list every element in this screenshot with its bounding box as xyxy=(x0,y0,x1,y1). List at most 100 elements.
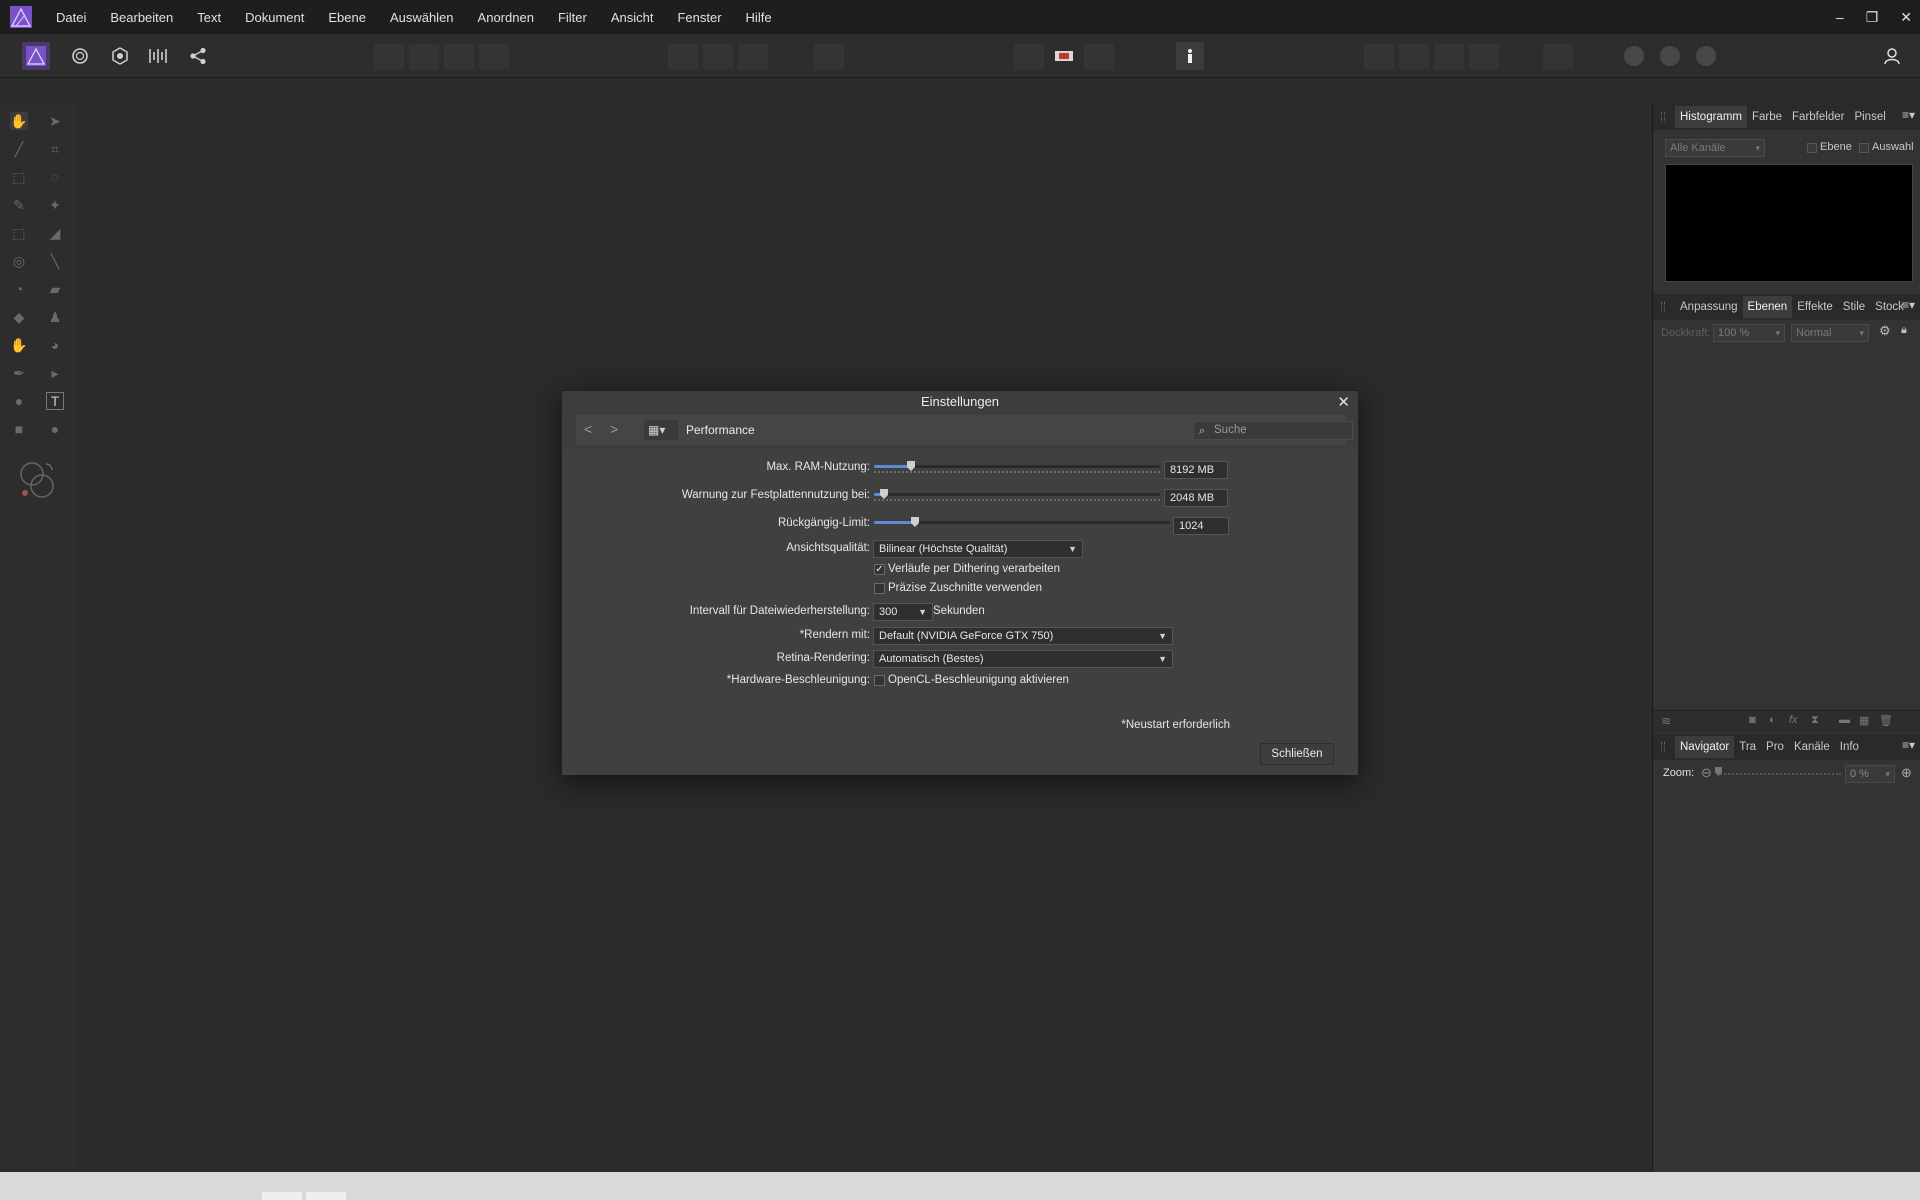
menu-fenster[interactable]: Fenster xyxy=(677,10,735,25)
panel-menu-icon[interactable]: ≡▾ xyxy=(1902,298,1915,312)
shape-tool-icon[interactable]: ● xyxy=(10,392,28,410)
precise-clipping-checkbox[interactable] xyxy=(874,583,885,594)
undo-limit-slider[interactable] xyxy=(874,517,1170,531)
layers-stack-icon[interactable]: ≋ xyxy=(1661,714,1671,728)
mask-layer-icon[interactable]: ◙ xyxy=(1749,714,1756,726)
minimize-icon[interactable]: – xyxy=(1836,9,1844,25)
pixel-tool-icon[interactable]: ╲ xyxy=(46,252,64,270)
freehand-selection-tool-icon[interactable]: ⬚ xyxy=(10,224,28,242)
auto-contrast-icon[interactable] xyxy=(409,44,439,70)
tab-histogramm[interactable]: Histogramm xyxy=(1675,106,1747,128)
restore-icon[interactable]: ❐ xyxy=(1866,9,1879,26)
auto-colors-icon[interactable] xyxy=(444,44,474,70)
rectangle-marquee-tool-icon[interactable]: ⬚ xyxy=(10,168,28,186)
menu-ebene[interactable]: Ebene xyxy=(328,10,380,25)
zoom-value-field[interactable]: 0 % xyxy=(1845,765,1895,783)
tab-kanaele[interactable]: Kanäle xyxy=(1789,736,1835,758)
user-account-icon[interactable] xyxy=(1878,42,1906,70)
panel-grip-icon[interactable] xyxy=(1661,742,1665,752)
layer-lock-icon[interactable]: 🔒︎ xyxy=(1901,324,1907,337)
recovery-interval-field[interactable]: 300 ▼ xyxy=(873,603,933,621)
inpainting-tool-icon[interactable]: ◕ xyxy=(46,336,64,354)
ram-value-field[interactable]: 8192 MB xyxy=(1164,461,1228,479)
dodge-tool-icon[interactable]: ◔ xyxy=(10,280,28,298)
erase-brush-tool-icon[interactable]: ▰ xyxy=(46,280,64,298)
histogram-layer-checkbox[interactable] xyxy=(1807,143,1817,153)
gradient-tool-icon[interactable]: ■ xyxy=(10,420,28,438)
slider-thumb[interactable] xyxy=(911,517,919,527)
tab-protokoll[interactable]: Pro xyxy=(1761,736,1789,758)
align-icon[interactable] xyxy=(1543,44,1573,70)
selection-mode-subtract-icon[interactable] xyxy=(738,44,768,70)
undo-limit-value-field[interactable]: 1024 xyxy=(1173,517,1229,535)
assistant-flag-icon[interactable] xyxy=(1050,42,1078,70)
selection-mode-new-icon[interactable] xyxy=(668,44,698,70)
panel-grip-icon[interactable] xyxy=(1661,302,1665,312)
arrange-front-icon[interactable] xyxy=(1469,44,1499,70)
liquify-persona-icon[interactable] xyxy=(66,42,94,70)
tab-navigator[interactable]: Navigator xyxy=(1675,736,1735,758)
opacity-field[interactable]: 100 % xyxy=(1713,324,1785,342)
boolean-subtract-icon[interactable] xyxy=(1660,46,1680,66)
dialog-close-icon[interactable]: ✕ xyxy=(1337,393,1350,411)
delete-layer-icon[interactable]: 🗑︎ xyxy=(1879,714,1893,727)
arrange-forward-icon[interactable] xyxy=(1434,44,1464,70)
disk-warning-value-field[interactable]: 2048 MB xyxy=(1164,489,1228,507)
render-with-select[interactable]: Default (NVIDIA GeForce GTX 750) ▼ xyxy=(873,627,1173,645)
view-quality-select[interactable]: Bilinear (Höchste Qualität) ▼ xyxy=(873,540,1083,558)
arrange-backward-icon[interactable] xyxy=(1399,44,1429,70)
blur-tool-icon[interactable]: ◆ xyxy=(10,308,28,326)
adjustment-layer-icon[interactable]: ◐ xyxy=(1769,714,1776,726)
tab-effekte[interactable]: Effekte xyxy=(1792,296,1838,318)
node-tool-icon[interactable]: ▸ xyxy=(46,364,64,382)
tab-farbfelder[interactable]: Farbfelder xyxy=(1787,106,1849,128)
menu-dokument[interactable]: Dokument xyxy=(245,10,318,25)
context-toolbar-info-icon[interactable] xyxy=(1176,42,1204,70)
ram-slider[interactable] xyxy=(874,461,1160,475)
blend-mode-select[interactable]: Normal xyxy=(1791,324,1869,342)
quick-mask-icon[interactable] xyxy=(814,44,844,70)
opencl-checkbox[interactable] xyxy=(874,675,885,686)
paint-brush-tool-icon[interactable]: ◎ xyxy=(10,252,28,270)
live-filter-icon[interactable]: ⧗ xyxy=(1811,714,1819,727)
crop-tool-icon[interactable]: ⌗ xyxy=(46,140,64,158)
menu-anordnen[interactable]: Anordnen xyxy=(478,10,548,25)
layer-settings-gear-icon[interactable]: ⚙ xyxy=(1879,323,1891,339)
retina-rendering-select[interactable]: Automatisch (Bestes) ▼ xyxy=(873,650,1173,668)
boolean-add-icon[interactable] xyxy=(1624,46,1644,66)
photo-persona-icon[interactable] xyxy=(22,42,50,70)
tab-anpassung[interactable]: Anpassung xyxy=(1675,296,1743,318)
group-folder-icon[interactable]: ▬ xyxy=(1839,714,1850,726)
text-tool-icon[interactable]: T xyxy=(46,392,64,410)
slider-thumb[interactable] xyxy=(880,489,888,499)
panel-menu-icon[interactable]: ≡▾ xyxy=(1902,108,1915,122)
disk-warning-slider[interactable] xyxy=(874,489,1160,503)
flood-select-tool-icon[interactable]: ✦ xyxy=(46,196,64,214)
menu-datei[interactable]: Datei xyxy=(56,10,100,25)
tab-info[interactable]: Info xyxy=(1835,736,1864,758)
back-chevron-icon[interactable]: < xyxy=(584,421,592,437)
tab-farbe[interactable]: Farbe xyxy=(1747,106,1787,128)
slider-thumb[interactable] xyxy=(907,461,915,471)
status-bar-tab[interactable] xyxy=(306,1192,346,1200)
histogram-selection-checkbox[interactable] xyxy=(1859,143,1869,153)
move-tool-icon[interactable]: ➤ xyxy=(46,112,64,130)
menu-filter[interactable]: Filter xyxy=(558,10,601,25)
close-button[interactable]: Schließen xyxy=(1260,743,1334,765)
zoom-slider[interactable] xyxy=(1717,773,1841,775)
panel-grip-icon[interactable] xyxy=(1661,112,1665,122)
window-close-icon[interactable]: ✕ xyxy=(1900,9,1912,26)
tab-stile[interactable]: Stile xyxy=(1838,296,1870,318)
dithering-checkbox[interactable]: ✓ xyxy=(874,564,885,575)
menu-auswaehlen[interactable]: Auswählen xyxy=(390,10,468,25)
develop-persona-icon[interactable] xyxy=(106,42,134,70)
category-grid-icon[interactable]: ▦▾ xyxy=(644,420,678,440)
color-picker-tool-icon[interactable]: ╱ xyxy=(10,140,28,158)
fx-icon[interactable]: fx xyxy=(1789,714,1798,726)
zoom-out-icon[interactable]: ⊖ xyxy=(1701,765,1712,781)
arrange-back-icon[interactable] xyxy=(1364,44,1394,70)
auto-levels-icon[interactable] xyxy=(374,44,404,70)
view-tool-hand-icon[interactable]: ✋ xyxy=(10,112,28,130)
histogram-channel-select[interactable]: Alle Kanäle xyxy=(1665,139,1765,157)
menu-ansicht[interactable]: Ansicht xyxy=(611,10,668,25)
